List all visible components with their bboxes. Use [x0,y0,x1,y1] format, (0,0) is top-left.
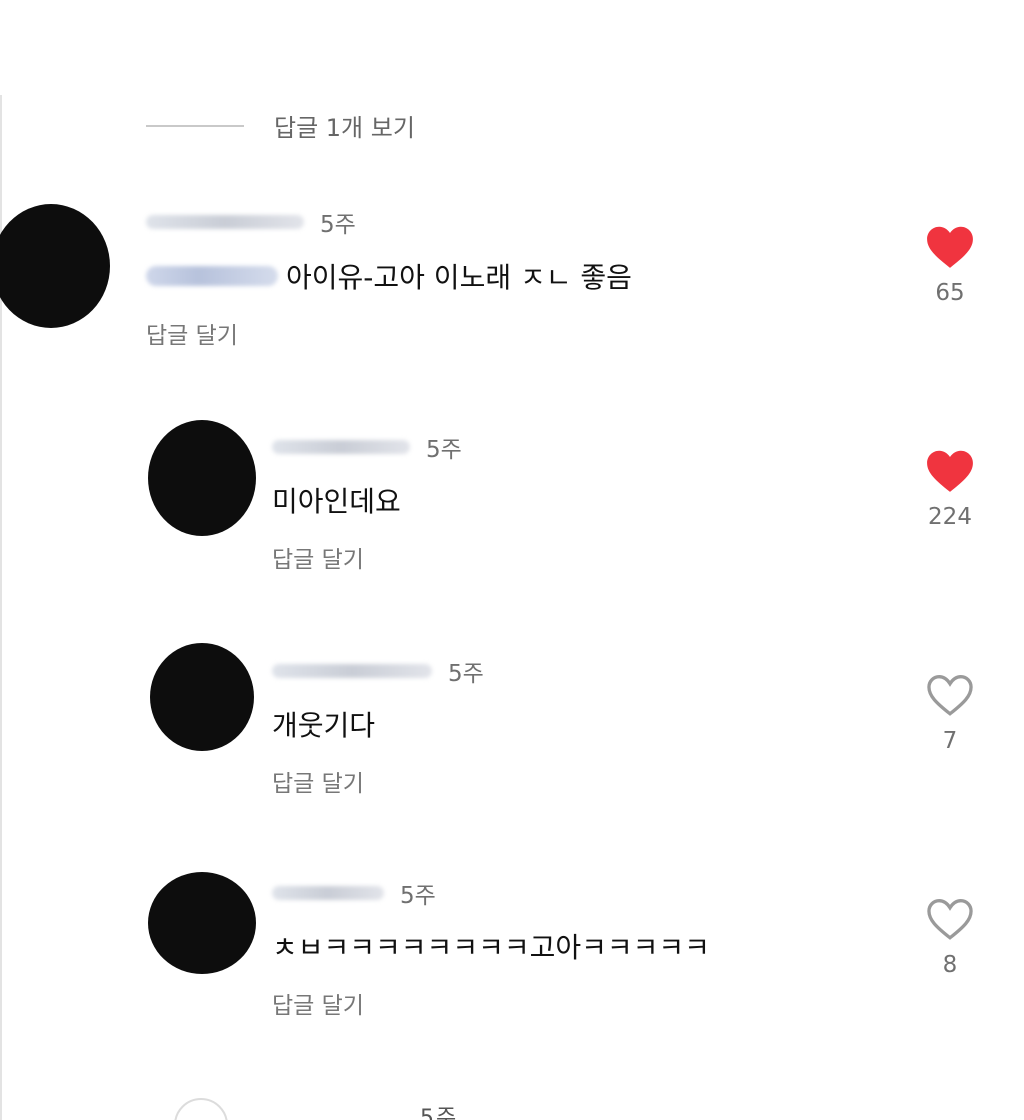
reply-button[interactable]: 답글 달기 [272,764,364,798]
timestamp: 5주 [426,437,462,463]
like-button[interactable]: 7 [920,672,980,754]
view-replies-label: 답글 1개 보기 [274,114,415,142]
comment-meta: 5주 [272,876,436,910]
avatar[interactable] [0,204,110,328]
heart-filled-icon [927,450,973,492]
reply-button[interactable]: 답글 달기 [272,540,364,574]
like-count: 224 [928,504,972,530]
heart-outline-icon [927,674,973,716]
like-button[interactable]: 224 [920,448,980,530]
reply-button[interactable]: 답글 달기 [146,316,238,350]
comment-meta: 5주 [272,654,484,688]
timestamp: 5주 [400,883,436,909]
timestamp: 5주 [320,212,356,238]
divider-line [146,124,244,127]
reply-button[interactable]: 답글 달기 [272,986,364,1020]
heart-filled-icon [927,226,973,268]
comment-text-row: 아이유-고아 이노래 ㅈㄴ 좋음 [146,256,632,296]
like-button[interactable]: 65 [920,224,980,306]
mention-redacted[interactable] [146,266,278,286]
like-button[interactable]: 8 [920,896,980,978]
username-redacted[interactable] [272,886,384,900]
avatar[interactable] [148,420,256,536]
timestamp: 5주 [448,661,484,687]
like-count: 8 [942,952,958,978]
next-comment-partial: 5주 [0,1094,1024,1120]
username-redacted[interactable] [146,215,304,229]
like-count: 65 [935,280,965,306]
timestamp: 5주 [420,1106,459,1120]
comment-text: 개웃기다 [272,709,376,742]
comments-screen: 답글 1개 보기 5주 아이유-고아 이노래 ㅈㄴ 좋음 답글 달기 65 5주… [0,0,1024,1120]
username-redacted[interactable] [272,664,432,678]
view-replies-button[interactable]: 답글 1개 보기 [146,108,415,143]
comment-text: 미아인데요 [272,485,401,518]
avatar[interactable] [174,1098,228,1120]
avatar[interactable] [150,643,254,751]
comment-meta: 5주 [146,205,356,239]
comment-text: ㅊㅂㅋㅋㅋㅋㅋㅋㅋㅋ고아ㅋㅋㅋㅋㅋ [272,931,710,964]
comment-text: 아이유-고아 이노래 ㅈㄴ 좋음 [286,261,632,294]
username-redacted[interactable] [272,440,410,454]
heart-outline-icon [927,898,973,940]
like-count: 7 [942,728,958,754]
avatar[interactable] [148,872,256,974]
comment-meta: 5주 [272,430,462,464]
